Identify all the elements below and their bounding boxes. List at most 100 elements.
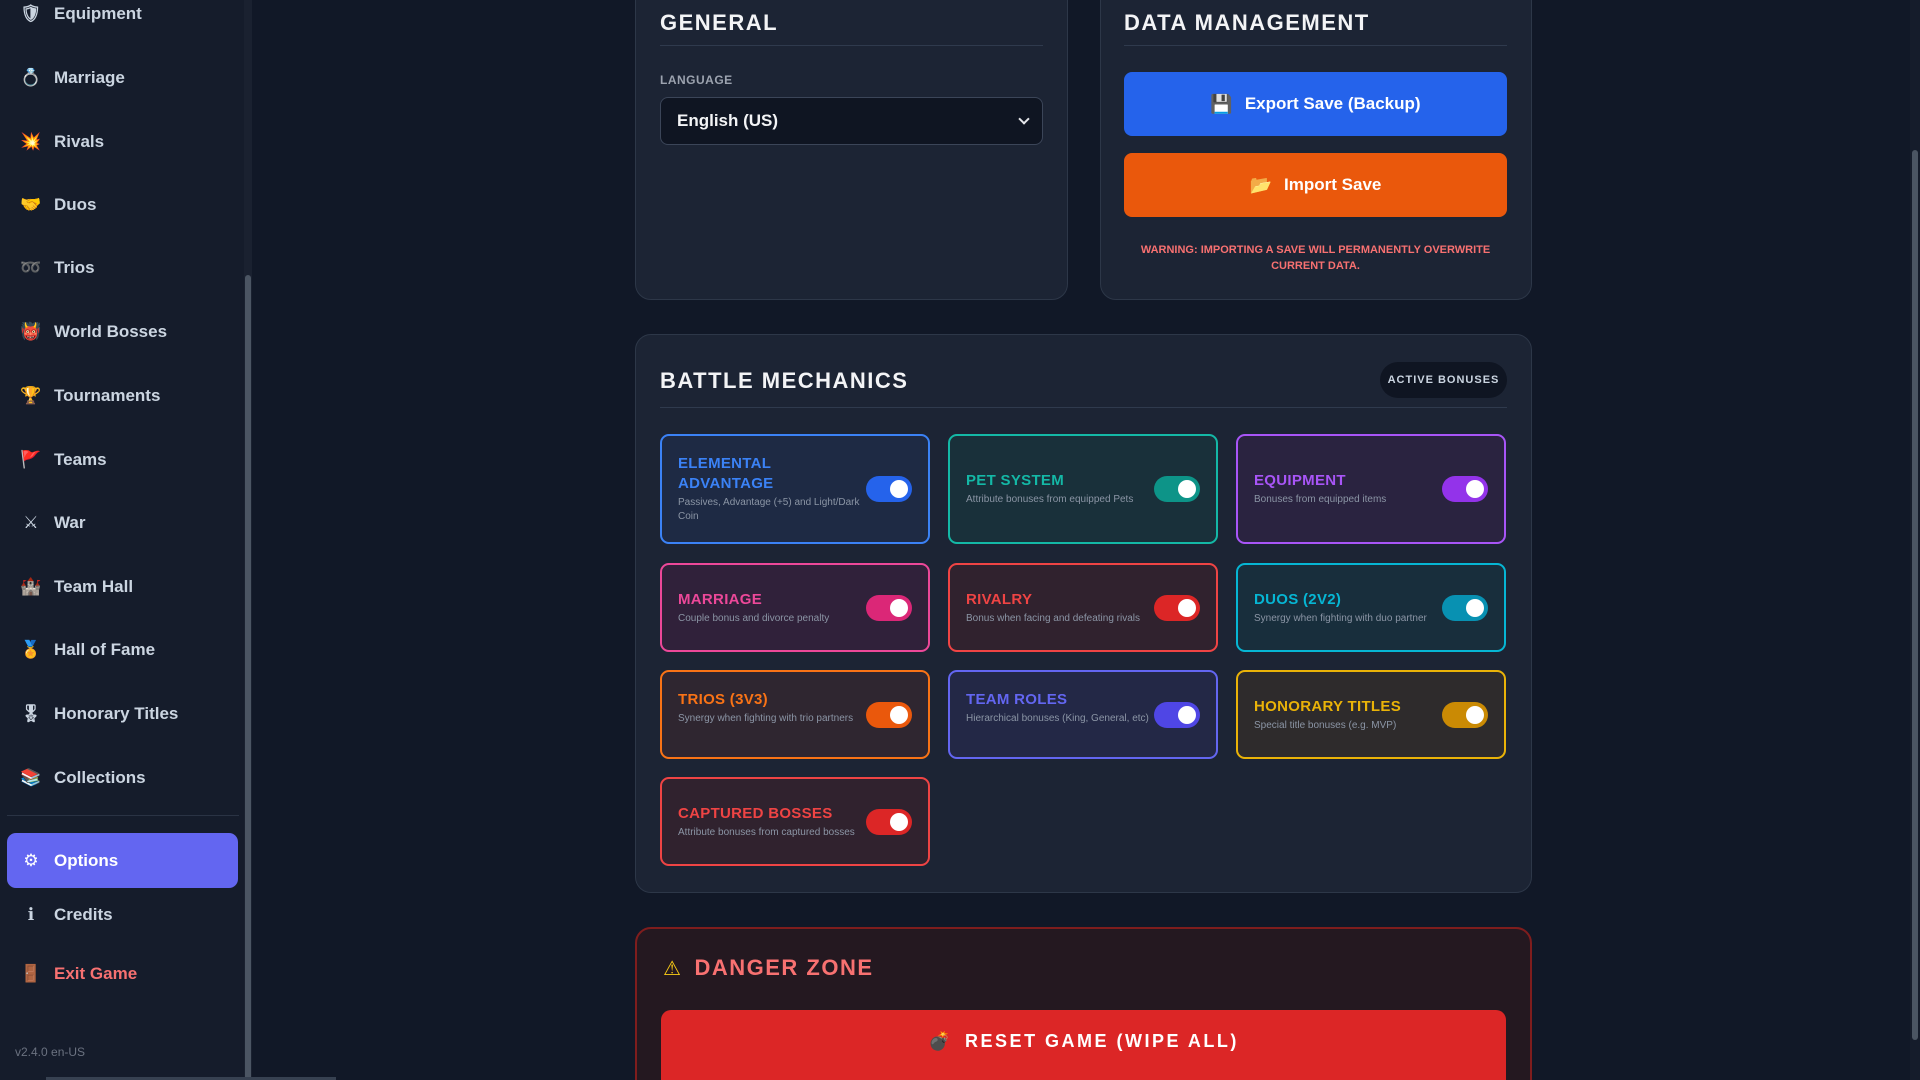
toggle-knob	[1178, 598, 1196, 617]
sidebar-item-label: Duos	[54, 195, 97, 214]
toggle-knob	[1466, 480, 1484, 498]
data-management-title: DATA MANAGEMENT	[1124, 10, 1370, 35]
sidebar-item-label: Honorary Titles	[54, 704, 179, 723]
mechanic-card-trios-3v3: TRIOS (3V3) Synergy when fighting with tr…	[660, 670, 930, 759]
mechanic-toggle[interactable]	[866, 476, 912, 502]
general-divider	[660, 45, 1043, 46]
export-save-button[interactable]: 💾 Export Save (Backup)	[1124, 72, 1507, 136]
sidebar-item-exit-game[interactable]: 🚪 Exit Game	[0, 944, 244, 1004]
toggle-knob	[890, 480, 908, 498]
sidebar-item-world-bosses[interactable]: 👹 World Bosses	[0, 302, 244, 362]
mechanic-title: MARRIAGE	[678, 590, 763, 608]
shield-icon: 🛡	[20, 4, 42, 23]
mechanic-toggle[interactable]	[866, 701, 912, 728]
sidebar-item-label: Rivals	[54, 132, 105, 151]
mechanic-title: CAPTURED BOSSES	[678, 804, 833, 822]
language-value: English (US)	[677, 111, 779, 130]
sidebar-item-label: Collections	[54, 768, 146, 787]
mechanic-toggle[interactable]	[1442, 701, 1488, 728]
mechanic-card-marriage: MARRIAGE Couple bonus and divorce penalty	[660, 563, 930, 652]
sidebar-item-label: Equipment	[54, 4, 142, 23]
sidebar-item-label: Credits	[54, 905, 113, 924]
general-title: GENERAL	[660, 10, 779, 35]
mechanic-card-duos-2v2: DUOS (2V2) Synergy when fighting with duo…	[1236, 563, 1506, 652]
flag-icon: 🚩	[20, 450, 42, 469]
toggle-knob	[1466, 598, 1484, 617]
door-icon: 🚪	[20, 964, 42, 983]
sidebar-item-label: War	[54, 513, 86, 532]
mechanic-card-elemental-advantage: ELEMENTAL ADVANTAGE Passives, Advantage (…	[660, 434, 930, 544]
warning-icon: ⚠	[663, 957, 683, 980]
swords-icon: ⚔	[23, 513, 39, 532]
sidebar-item-label: Hall of Fame	[54, 640, 156, 659]
trophy-icon: 🏆	[20, 386, 42, 405]
mechanic-toggle[interactable]	[866, 594, 912, 621]
main-scrollbar-thumb[interactable]	[1912, 150, 1918, 1040]
language-select[interactable]: English (US)	[660, 97, 1043, 145]
collision-icon: 💥	[20, 132, 42, 151]
sidebar-scrollbar-thumb[interactable]	[245, 275, 251, 1080]
chevron-down-icon	[1018, 113, 1030, 125]
sidebar-item-hall-of-fame[interactable]: 🏅 Hall of Fame	[0, 620, 244, 680]
mechanic-description: Synergy when fighting with trio partners	[678, 712, 854, 724]
medal-icon: 🏅	[20, 640, 42, 659]
data-management-divider	[1124, 45, 1507, 46]
sidebar-item-equipment[interactable]: 🛡 Equipment	[0, 0, 244, 44]
sidebar-item-credits[interactable]: ℹ Credits	[0, 885, 244, 945]
sidebar-item-teams[interactable]: 🚩 Teams	[0, 430, 244, 490]
mechanic-toggle[interactable]	[866, 808, 912, 835]
mechanic-card-rivalry: RIVALRY Bonus when facing and defeating r…	[948, 563, 1218, 652]
sidebar-divider	[7, 815, 239, 816]
sidebar-item-label: World Bosses	[54, 322, 168, 341]
export-save-label: Export Save (Backup)	[1244, 94, 1421, 113]
reset-game-button[interactable]: 💣 RESET GAME (WIPE ALL)	[661, 1010, 1506, 1080]
sidebar-item-honorary-titles[interactable]: 🎖 Honorary Titles	[0, 684, 244, 744]
mechanic-title: RIVALRY	[966, 590, 1033, 608]
bomb-icon: 💣	[928, 1030, 954, 1051]
mechanic-card-captured-bosses: CAPTURED BOSSES Attribute bonuses from ca…	[660, 777, 930, 866]
sidebar-item-trios[interactable]: ➿ Trios	[0, 238, 244, 298]
sidebar-item-tournaments[interactable]: 🏆 Tournaments	[0, 366, 244, 426]
mechanic-title: DUOS (2V2)	[1254, 590, 1342, 608]
version-label: v2.4.0 en-US	[15, 1045, 86, 1059]
sidebar-item-marriage[interactable]: 💍 Marriage	[0, 48, 244, 108]
mechanic-title: PET SYSTEM	[966, 472, 1065, 489]
battle-mechanics-divider	[660, 407, 1507, 408]
military-medal-icon: 🎖	[20, 704, 42, 723]
mechanic-title: TRIOS (3V3)	[678, 690, 768, 708]
sidebar-item-label: Tournaments	[54, 386, 161, 405]
sidebar-item-rivals[interactable]: 💥 Rivals	[0, 112, 244, 172]
sidebar-scrollbar[interactable]	[244, 0, 252, 1080]
mechanic-description: Bonus when facing and defeating rivals	[966, 612, 1141, 624]
mechanic-description: Synergy when fighting with duo partner	[1254, 612, 1427, 624]
toggle-knob	[890, 812, 908, 831]
active-bonuses-badge: ACTIVE BONUSES	[1380, 362, 1507, 398]
mechanic-title: TEAM ROLES	[966, 690, 1068, 708]
mechanic-toggle[interactable]	[1442, 476, 1488, 502]
main-scrollbar[interactable]	[1910, 0, 1920, 1080]
sidebar-item-war[interactable]: ⚔ War	[0, 493, 244, 553]
toggle-knob	[1178, 480, 1196, 498]
sidebar-item-duos[interactable]: 🤝 Duos	[0, 175, 244, 235]
mechanic-card-honorary-titles: HONORARY TITLES Special title bonuses (e.…	[1236, 670, 1506, 759]
mechanic-toggle[interactable]	[1154, 594, 1200, 621]
mechanic-toggle[interactable]	[1154, 701, 1200, 728]
sidebar-item-label: Trios	[54, 258, 95, 277]
sidebar: 🛡 Equipment 💍 Marriage 💥 Rivals 🤝 Duos ➿ Trios 👹 Wo…	[0, 0, 244, 1080]
sidebar-item-team-hall[interactable]: 🏰 Team Hall	[0, 557, 244, 617]
mechanic-description: Couple bonus and divorce penalty	[678, 612, 830, 624]
sidebar-item-collections[interactable]: 📚 Collections	[0, 748, 244, 808]
mechanic-card-team-roles: TEAM ROLES Hierarchical bonuses (King, Ge…	[948, 670, 1218, 759]
mechanic-toggle[interactable]	[1154, 476, 1200, 502]
language-label: LANGUAGE	[660, 73, 733, 87]
floppy-disk-icon: 💾	[1210, 93, 1233, 114]
toggle-knob	[890, 598, 908, 617]
handshake-icon: 🤝	[20, 195, 42, 214]
mechanic-title: HONORARY TITLES	[1254, 697, 1402, 715]
import-save-button[interactable]: 📂 Import Save	[1124, 153, 1507, 217]
mechanic-description: Special title bonuses (e.g. MVP)	[1254, 719, 1397, 731]
sidebar-item-options[interactable]: ⚙ Options	[7, 833, 238, 888]
mechanic-toggle[interactable]	[1442, 594, 1488, 621]
ring-icon: 💍	[20, 68, 42, 87]
mechanic-description: Bonuses from equipped items	[1254, 494, 1387, 505]
